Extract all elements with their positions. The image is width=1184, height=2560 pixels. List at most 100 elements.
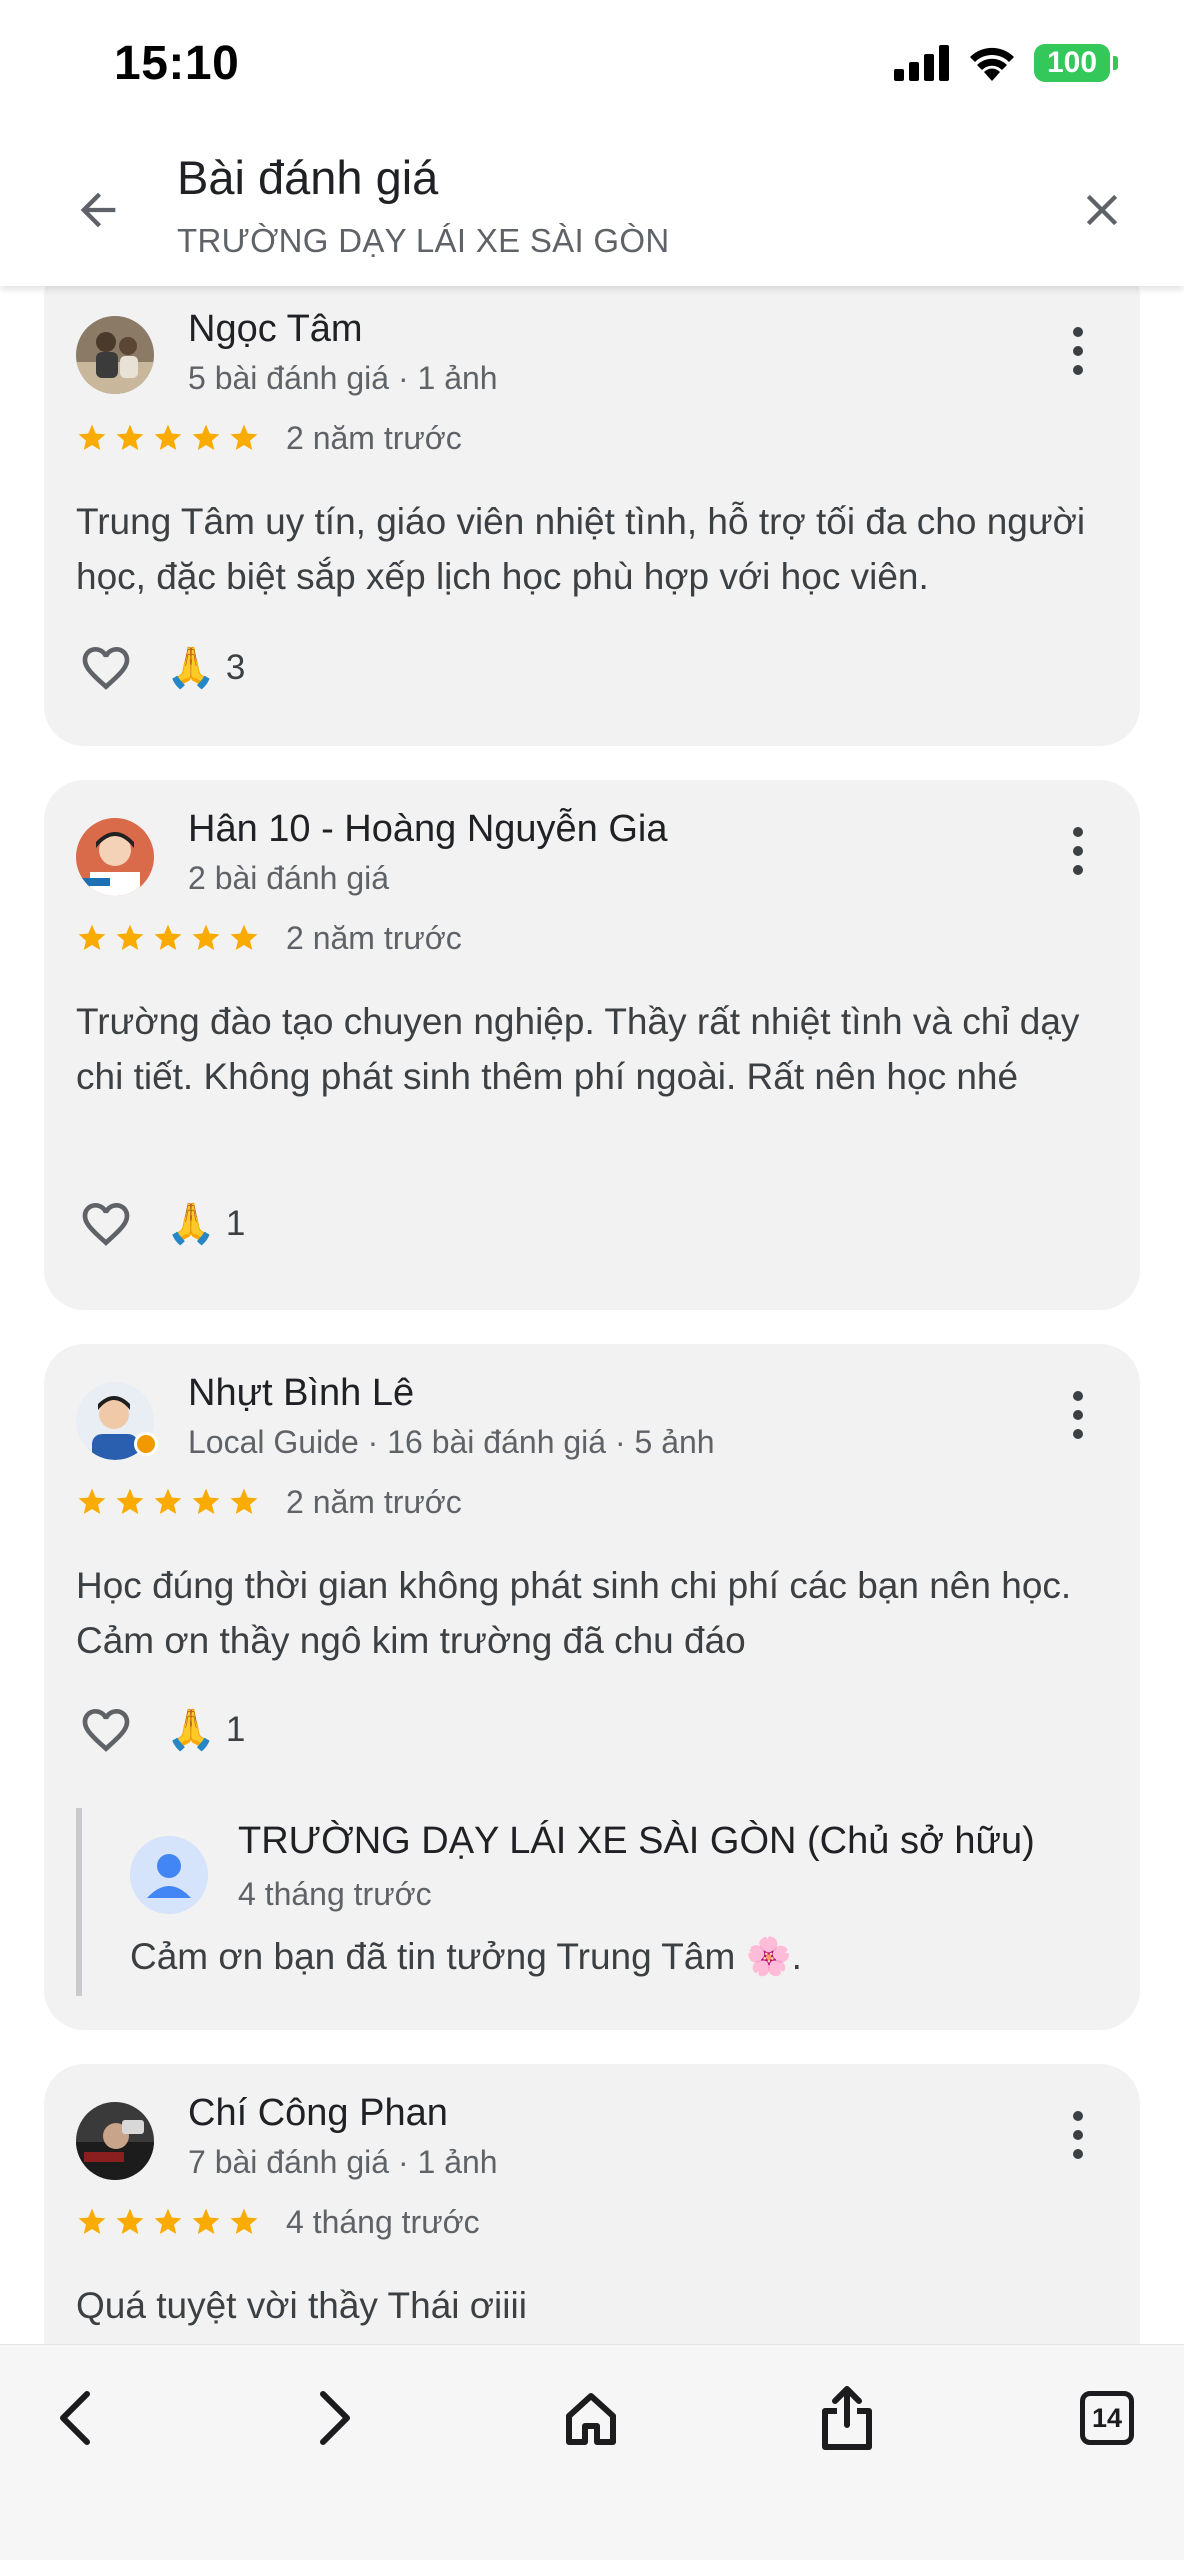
browser-toolbar: 14 bbox=[0, 2344, 1184, 2560]
star-rating bbox=[76, 1486, 260, 1518]
status-time: 15:10 bbox=[114, 37, 240, 90]
reviewer-meta: 7 bài đánh giá · 1 ảnh bbox=[188, 2144, 498, 2180]
review-text: Trường đào tạo chuyen nghiệp. Thầy rất n… bbox=[76, 1001, 1080, 1097]
avatar[interactable] bbox=[76, 1382, 158, 1460]
reviewer-meta: 5 bài đánh giá · 1 ảnh bbox=[188, 360, 498, 396]
close-icon bbox=[1086, 194, 1118, 226]
reviewer-meta: 2 bài đánh giá bbox=[188, 860, 390, 896]
star-icon bbox=[192, 2208, 220, 2234]
star-icon bbox=[78, 2208, 106, 2234]
chevron-right-icon bbox=[320, 2391, 350, 2445]
owner-avatar bbox=[130, 1836, 208, 1914]
forward-nav-button[interactable] bbox=[288, 2373, 378, 2463]
share-icon bbox=[822, 2386, 872, 2450]
review-card: Hân 10 - Hoàng Nguyễn Gia 2 bài đánh giá… bbox=[44, 780, 1140, 1310]
home-button[interactable] bbox=[546, 2373, 636, 2463]
screen: 15:10 100 Bài đánh giá TRƯỜNG DẠY LÁI XE… bbox=[0, 0, 1184, 2560]
review-text: Học đúng thời gian không phát sinh chi p… bbox=[76, 1565, 1072, 1661]
review-card: Chí Công Phan 7 bài đánh giá · 1 ảnh 4 t… bbox=[44, 2064, 1140, 2344]
pray-emoji-icon: 🙏 bbox=[166, 1202, 216, 1246]
back-button[interactable] bbox=[66, 178, 130, 242]
review-time: 2 năm trước bbox=[286, 920, 462, 956]
review-text: Quá tuyệt vời thầy Thái ơiiii bbox=[76, 2285, 527, 2326]
reviews-header: Bài đánh giá TRƯỜNG DẠY LÁI XE SÀI GÒN bbox=[0, 140, 1184, 286]
review-actions: 🙏 1 bbox=[76, 1700, 245, 1760]
like-button[interactable] bbox=[76, 638, 136, 698]
star-rating bbox=[76, 422, 260, 454]
page-title: Bài đánh giá bbox=[177, 151, 439, 204]
status-bar: 15:10 100 bbox=[0, 0, 1184, 140]
share-button[interactable] bbox=[802, 2373, 892, 2463]
avatar-photo bbox=[76, 818, 154, 896]
reviewer-name[interactable]: Nhựt Bình Lê bbox=[188, 1372, 414, 1415]
star-icon bbox=[154, 2208, 182, 2234]
more-vert-icon bbox=[1073, 2111, 1083, 2121]
more-options-button[interactable] bbox=[1058, 1380, 1098, 1450]
review-time: 4 tháng trước bbox=[286, 2204, 480, 2240]
review-card: Ngọc Tâm 5 bài đánh giá · 1 ảnh 2 năm tr… bbox=[44, 286, 1140, 746]
avatar-photo bbox=[76, 2102, 154, 2180]
wifi-icon bbox=[970, 47, 1014, 81]
more-options-button[interactable] bbox=[1058, 816, 1098, 886]
local-guide-badge-icon bbox=[134, 1432, 158, 1456]
star-icon bbox=[116, 2208, 144, 2234]
like-button[interactable] bbox=[76, 1194, 136, 1254]
reaction-count: 1 bbox=[225, 1204, 246, 1243]
tabs-icon: 14 bbox=[1080, 2391, 1134, 2445]
reaction-button[interactable]: 🙏 1 bbox=[166, 1204, 245, 1244]
star-rating bbox=[76, 2206, 260, 2238]
star-icon bbox=[230, 1488, 258, 1514]
more-vert-icon bbox=[1073, 1391, 1083, 1401]
reaction-button[interactable]: 🙏 3 bbox=[166, 648, 245, 688]
review-actions: 🙏 3 bbox=[76, 638, 245, 698]
star-icon bbox=[230, 424, 258, 450]
star-icon bbox=[116, 1488, 144, 1514]
back-nav-button[interactable] bbox=[32, 2373, 122, 2463]
star-icon bbox=[230, 924, 258, 950]
star-icon bbox=[116, 424, 144, 450]
review-time: 2 năm trước bbox=[286, 420, 462, 456]
more-options-button[interactable] bbox=[1058, 316, 1098, 386]
avatar[interactable] bbox=[76, 2102, 154, 2180]
heart-outline-icon bbox=[82, 647, 130, 690]
star-icon bbox=[192, 924, 220, 950]
avatar[interactable] bbox=[76, 316, 154, 394]
star-icon bbox=[154, 924, 182, 950]
reviewer-name[interactable]: Hân 10 - Hoàng Nguyễn Gia bbox=[188, 808, 668, 851]
reaction-count: 1 bbox=[225, 1710, 246, 1749]
tabs-button[interactable]: 14 bbox=[1062, 2373, 1152, 2463]
owner-name: TRƯỜNG DẠY LÁI XE SÀI GÒN (Chủ sở hữu) bbox=[238, 1820, 1035, 1862]
reaction-button[interactable]: 🙏 1 bbox=[166, 1710, 245, 1750]
review-card: Nhựt Bình Lê Local Guide · 16 bài đánh g… bbox=[44, 1344, 1140, 2030]
heart-outline-icon bbox=[82, 1709, 130, 1752]
battery-icon: 100 bbox=[1034, 44, 1118, 82]
star-icon bbox=[154, 424, 182, 450]
avatar[interactable] bbox=[76, 818, 154, 896]
owner-reply-time: 4 tháng trước bbox=[238, 1876, 432, 1912]
avatar-photo bbox=[76, 316, 154, 394]
more-vert-icon bbox=[1073, 327, 1083, 337]
review-actions: 🙏 1 bbox=[76, 1194, 245, 1254]
star-icon bbox=[192, 1488, 220, 1514]
reviews-list[interactable]: Ngọc Tâm 5 bài đánh giá · 1 ảnh 2 năm tr… bbox=[0, 286, 1184, 2344]
review-time: 2 năm trước bbox=[286, 1484, 462, 1520]
more-vert-icon bbox=[1073, 827, 1083, 837]
home-icon bbox=[566, 2393, 616, 2445]
star-icon bbox=[192, 424, 220, 450]
pray-emoji-icon: 🙏 bbox=[166, 646, 216, 690]
star-rating bbox=[76, 922, 260, 954]
reviewer-name[interactable]: Chí Công Phan bbox=[188, 2092, 448, 2135]
close-button[interactable] bbox=[1068, 176, 1136, 244]
reviewer-name[interactable]: Ngọc Tâm bbox=[188, 308, 363, 351]
reviewer-meta: Local Guide · 16 bài đánh giá · 5 ảnh bbox=[188, 1424, 715, 1460]
owner-reply: TRƯỜNG DẠY LÁI XE SÀI GÒN (Chủ sở hữu) 4… bbox=[76, 1808, 1106, 1996]
star-icon bbox=[78, 1488, 106, 1514]
reaction-count: 3 bbox=[225, 648, 246, 687]
like-button[interactable] bbox=[76, 1700, 136, 1760]
star-icon bbox=[78, 924, 106, 950]
more-options-button[interactable] bbox=[1058, 2100, 1098, 2170]
heart-outline-icon bbox=[82, 1203, 130, 1246]
status-icons: 100 bbox=[894, 44, 1118, 82]
review-text: Trung Tâm uy tín, giáo viên nhiệt tình, … bbox=[76, 501, 1086, 597]
star-icon bbox=[154, 1488, 182, 1514]
